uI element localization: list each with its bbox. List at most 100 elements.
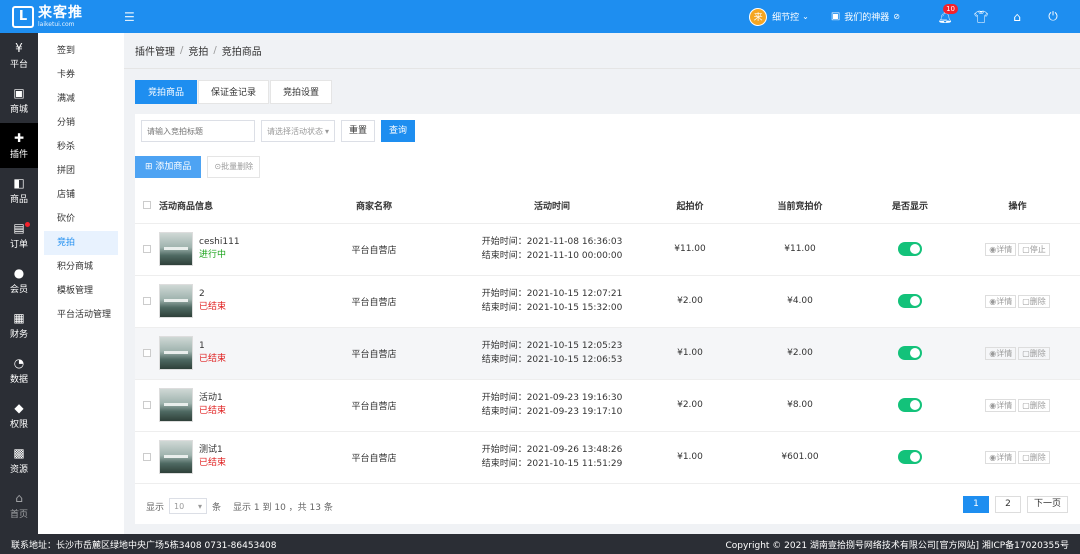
end-time: 结束时间：2021-09-23 19:17:10 [481,407,623,417]
notification-badge: 10 [943,3,958,14]
power-icon[interactable]: ⏻ [1040,9,1066,24]
visible-toggle[interactable] [898,294,922,308]
status-badge: 进行中 [199,250,227,260]
subnav-item-coupon[interactable]: 卡券 [44,63,118,87]
subnav-item-platform-activity[interactable]: 平台活动管理 [44,303,118,327]
product-icon: ◧ [13,176,25,190]
delete-button[interactable]: ▢删除 [1018,450,1050,464]
tab-auction-settings[interactable]: 竞拍设置 [270,80,333,104]
start-price: ¥1.00 [645,431,735,484]
breadcrumb-item[interactable]: 竞拍 [188,43,208,58]
menu-icon[interactable]: ☰ [124,10,135,24]
nav-resources[interactable]: ▩ 资源 [0,438,38,483]
nav-products[interactable]: ◧ 商品 [0,168,38,213]
logo-name: 来客推 [38,4,83,21]
current-price: ¥8.00 [735,379,865,432]
merchant-name: 平台自营店 [289,275,459,328]
stop-button[interactable]: ▢停止 [1018,242,1050,256]
start-time: 开始时间：2021-10-15 12:05:23 [481,341,623,351]
store-icon: ▣ [830,11,841,22]
nav-orders[interactable]: ▤ 订单 [0,213,38,258]
status-badge: 已结束 [199,354,227,364]
delete-button[interactable]: ▢删除 [1018,346,1050,360]
logo-url: laiketui.com [38,20,75,28]
detail-button[interactable]: ◉详情 [985,398,1017,412]
search-button[interactable]: 查询 [381,120,416,142]
subnav-item-store[interactable]: 店铺 [44,183,118,207]
trash-icon: ▢ [1022,348,1030,358]
merchant-name: 平台自营店 [289,223,459,276]
col-start-price: 起拍价 [645,188,735,224]
subnav-item-bargain[interactable]: 砍价 [44,207,118,231]
row-checkbox[interactable] [143,348,151,357]
delete-button[interactable]: ▢删除 [1018,398,1050,412]
detail-button[interactable]: ◉详情 [985,450,1017,464]
subnav-item-checkin[interactable]: 签到 [44,39,118,63]
row-checkbox[interactable] [143,244,151,253]
row-checkbox[interactable] [143,452,151,461]
nav-platform[interactable]: ¥ 平台 [0,33,38,78]
row-checkbox[interactable] [143,296,151,305]
current-price: ¥11.00 [735,223,865,276]
shop-name: 我们的神器 [844,13,890,23]
home-icon: ⌂ [15,491,23,505]
detail-button[interactable]: ◉详情 [985,294,1017,308]
delete-button[interactable]: ▢删除 [1018,294,1050,308]
image-icon: ▣ [13,86,25,100]
page-button[interactable]: 1 [962,496,989,513]
batch-delete-button[interactable]: ⊙批量删除 [207,156,261,178]
tab-auction-goods[interactable]: 竞拍商品 [135,80,198,104]
subnav-item-group-buy[interactable]: 拼团 [44,159,118,183]
shirt-icon[interactable]: 👕︎ [968,10,994,24]
visible-toggle[interactable] [898,346,922,360]
order-alert-dot [25,222,30,227]
puzzle-icon: ✚ [13,131,25,145]
subnav-item-distribution[interactable]: 分销 [44,111,118,135]
yen-icon: ¥ [15,41,23,55]
col-goods-info: 活动商品信息 [159,188,289,224]
col-merchant: 商家名称 [289,188,459,224]
current-price: ¥601.00 [735,431,865,484]
logo[interactable]: L 来客推 laiketui.com [0,0,124,33]
subnav-item-discount[interactable]: 满减 [44,87,118,111]
visible-toggle[interactable] [898,398,922,412]
start-time: 开始时间：2021-11-08 16:36:03 [481,237,623,247]
page-size-select[interactable]: 10 ▾ [169,498,208,514]
detail-button[interactable]: ◉详情 [985,242,1017,256]
subnav-item-auction[interactable]: 竞拍 [44,231,118,255]
subnav-item-points-mall[interactable]: 积分商城 [44,255,118,279]
select-all-checkbox[interactable] [143,200,151,209]
goods-thumbnail [159,284,193,318]
nav-plugins[interactable]: ✚ 插件 [0,123,38,168]
next-page-button[interactable]: 下一页 [1026,496,1068,513]
shop-switcher[interactable]: ▣ 我们的神器 ⊘ [831,10,900,23]
status-select[interactable]: 请选择活动状态 ▾ [261,120,335,142]
nav-members[interactable]: ● 会员 [0,258,38,303]
bell-icon[interactable]: 🔔︎ 10 [932,3,958,24]
nav-home[interactable]: ⌂ 首页 [0,483,38,528]
nav-mall[interactable]: ▣ 商城 [0,78,38,123]
nav-permissions[interactable]: ◆ 权限 [0,393,38,438]
subnav-item-templates[interactable]: 模板管理 [44,279,118,303]
breadcrumb-item[interactable]: 插件管理 [135,43,175,58]
goods-name: 活动1 [199,393,223,403]
start-price: ¥11.00 [645,223,735,276]
add-goods-button[interactable]: ⊞ 添加商品 [135,156,202,178]
tab-bar: 竞拍商品 保证金记录 竞拍设置 [135,80,333,104]
table-row: 测试1 已结束 平台自营店 开始时间：2021-09-26 13:48:26 结束时… [135,431,1080,484]
user-menu[interactable]: 来 细节控 ⌄ [749,7,809,26]
shop-icon[interactable]: ⌂ [1004,10,1030,24]
subnav-item-flash-sale[interactable]: 秒杀 [44,135,118,159]
tab-deposit-records[interactable]: 保证金记录 [198,80,270,104]
detail-button[interactable]: ◉详情 [985,346,1017,360]
title-search-input[interactable] [141,120,255,142]
nav-data[interactable]: ◔ 数据 [0,348,38,393]
visible-toggle[interactable] [898,242,922,256]
current-price: ¥2.00 [735,327,865,380]
reset-button[interactable]: 重置 [341,120,376,142]
start-price: ¥2.00 [645,275,735,328]
page-button[interactable]: 2 [994,496,1021,513]
nav-finance[interactable]: ▦ 财务 [0,303,38,348]
row-checkbox[interactable] [143,400,151,409]
visible-toggle[interactable] [898,450,922,464]
